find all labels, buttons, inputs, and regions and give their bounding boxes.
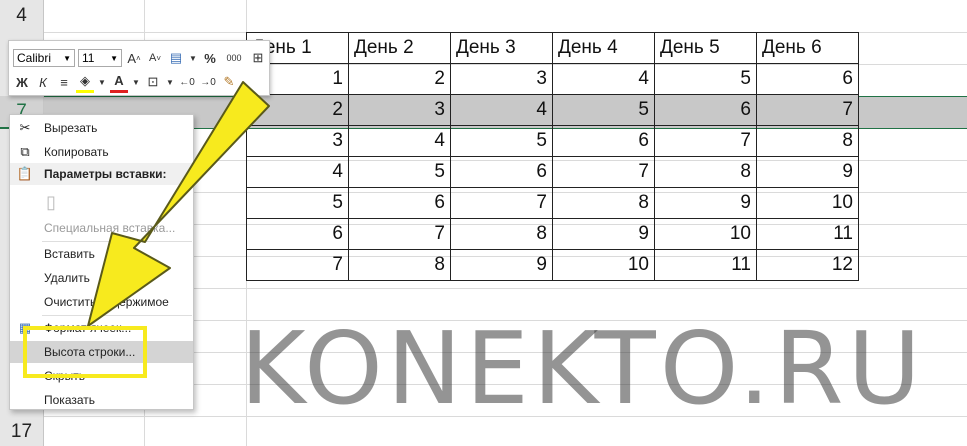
annotation-arrow-icon <box>87 81 270 327</box>
highlight-callout <box>23 326 147 378</box>
